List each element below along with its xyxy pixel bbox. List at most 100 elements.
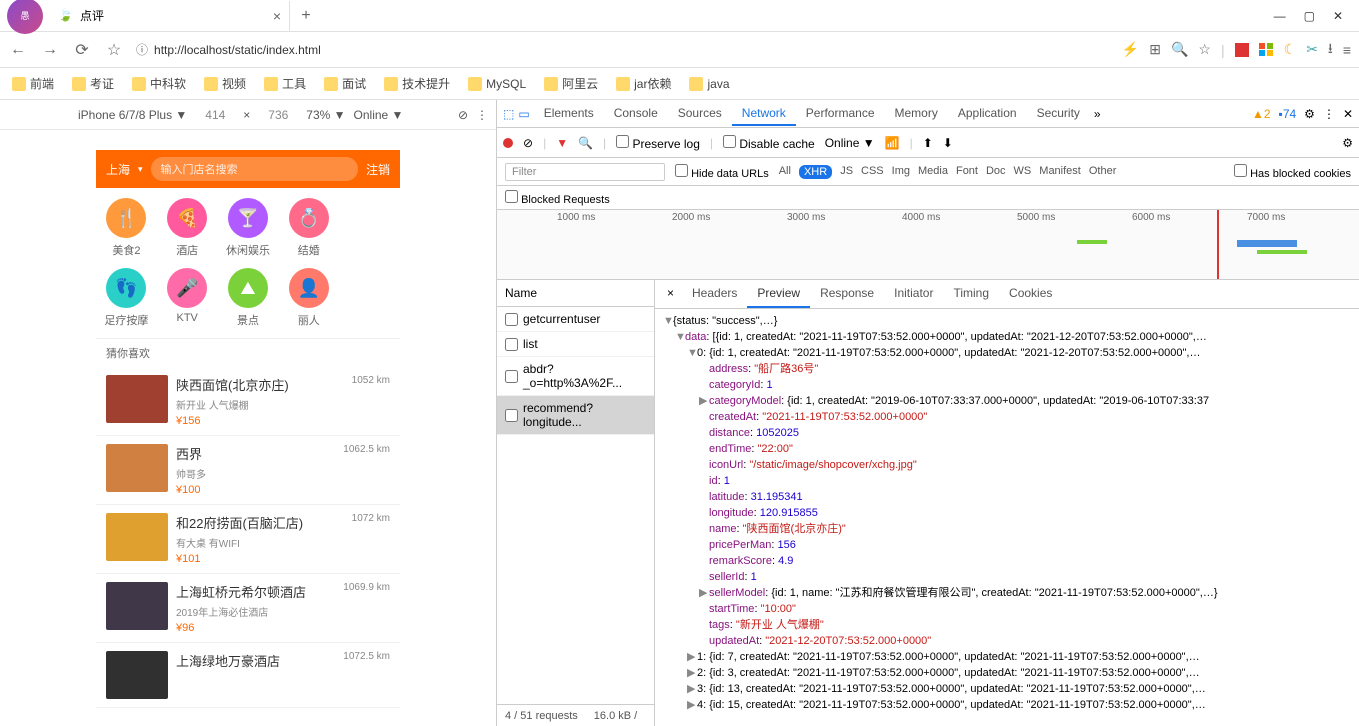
search-icon[interactable]: 🔍 — [578, 136, 593, 150]
zoom-icon[interactable]: 🔍 — [1171, 41, 1188, 58]
devtools-tab-application[interactable]: Application — [948, 102, 1027, 126]
gear-icon[interactable]: ⚙ — [1342, 136, 1353, 150]
device-select[interactable]: iPhone 6/7/8 Plus ▼ — [78, 108, 187, 122]
more-tabs-icon[interactable]: » — [1094, 107, 1101, 121]
category-item[interactable]: 🍴美食2 — [96, 198, 157, 258]
bookmark-item[interactable]: jar依赖 — [616, 75, 671, 92]
category-item[interactable]: 👣足疗按摩 — [96, 268, 157, 328]
shop-item[interactable]: 上海虹桥元希尔顿酒店1069.9 km2019年上海必住酒店¥96 — [96, 574, 400, 643]
logout-link[interactable]: 注销 — [366, 161, 390, 178]
shop-item[interactable]: 和22府捞面(百脑汇店)1072 km有大桌 有WIFI¥101 — [96, 505, 400, 574]
devtools-tab-memory[interactable]: Memory — [885, 102, 948, 126]
category-item[interactable]: 💍结婚 — [278, 198, 339, 258]
devtools-tab-network[interactable]: Network — [732, 102, 796, 126]
width-input[interactable]: 414 — [195, 108, 235, 122]
url-input[interactable]: ⓘ http://localhost/static/index.html — [136, 41, 1110, 58]
bolt-icon[interactable]: ⚡ — [1122, 41, 1139, 58]
search-input[interactable]: 输入门店名搜索 — [151, 157, 358, 181]
shop-item[interactable]: 陕西面馆(北京亦庄)1052 km新开业 人气爆棚¥156 — [96, 367, 400, 436]
json-preview[interactable]: ▼{status: "success",…}▼data: [{id: 1, cr… — [655, 309, 1359, 726]
category-item[interactable]: 🎤KTV — [157, 268, 218, 328]
devtools-tab-console[interactable]: Console — [604, 102, 668, 126]
hide-data-checkbox[interactable]: Hide data URLs — [675, 164, 769, 180]
devtools-tab-sources[interactable]: Sources — [668, 102, 732, 126]
detail-tab-headers[interactable]: Headers — [682, 280, 747, 308]
rotate-icon[interactable]: ⊘ — [458, 108, 468, 122]
grid-icon[interactable]: ⊞ — [1149, 41, 1161, 58]
ext-ms-icon[interactable] — [1259, 43, 1274, 56]
filter-type-font[interactable]: Font — [956, 165, 978, 179]
request-row[interactable]: list — [497, 332, 654, 357]
bookmark-item[interactable]: 前端 — [12, 75, 54, 92]
inspect-icon[interactable]: ⬚ — [503, 107, 514, 121]
bookmark-item[interactable]: 考证 — [72, 75, 114, 92]
detail-tab-cookies[interactable]: Cookies — [999, 280, 1062, 308]
name-column-header[interactable]: Name — [497, 280, 654, 307]
request-row[interactable]: getcurrentuser — [497, 307, 654, 332]
filter-input[interactable]: Filter — [505, 163, 665, 181]
download-icon[interactable]: ⭳ — [1328, 38, 1333, 62]
filter-type-img[interactable]: Img — [892, 165, 910, 179]
throttle-select[interactable]: Online ▼ — [354, 108, 404, 122]
category-item[interactable]: 🍸休闲娱乐 — [218, 198, 279, 258]
blocked-requests-checkbox[interactable]: Blocked Requests — [505, 190, 610, 206]
wifi-icon[interactable]: 📶 — [885, 136, 900, 150]
blocked-cookies-checkbox[interactable]: Has blocked cookies — [1234, 164, 1351, 180]
bookmark-item[interactable]: 面试 — [324, 75, 366, 92]
bookmark-item[interactable]: java — [689, 77, 729, 91]
download-icon[interactable]: ⬇ — [943, 136, 953, 150]
filter-type-media[interactable]: Media — [918, 165, 948, 179]
record-button[interactable] — [503, 138, 513, 148]
filter-type-doc[interactable]: Doc — [986, 165, 1006, 179]
disable-cache-checkbox[interactable]: Disable cache — [723, 135, 815, 151]
upload-icon[interactable]: ⬆ — [923, 136, 933, 150]
category-item[interactable]: 👤丽人 — [278, 268, 339, 328]
filter-type-css[interactable]: CSS — [861, 165, 884, 179]
star2-icon[interactable]: ☆ — [1198, 41, 1211, 58]
detail-tab-timing[interactable]: Timing — [943, 280, 999, 308]
maximize-button[interactable]: ▢ — [1304, 9, 1315, 23]
category-item[interactable]: 🍕酒店 — [157, 198, 218, 258]
detail-tab-preview[interactable]: Preview — [747, 280, 810, 308]
filter-type-all[interactable]: All — [779, 165, 791, 179]
forward-button[interactable]: → — [40, 41, 60, 59]
browser-tab[interactable]: 🍃 点评 × — [50, 1, 290, 31]
city-label[interactable]: 上海 — [106, 161, 130, 178]
shop-item[interactable]: 西界1062.5 km帅哥多¥100 — [96, 436, 400, 505]
zoom-select[interactable]: 73% ▼ — [306, 108, 345, 122]
info-badge[interactable]: ▪74 — [1279, 107, 1297, 121]
filter-type-xhr[interactable]: XHR — [799, 165, 832, 179]
preserve-log-checkbox[interactable]: Preserve log — [616, 135, 700, 151]
new-tab-button[interactable]: + — [290, 7, 322, 25]
filter-type-manifest[interactable]: Manifest — [1039, 165, 1081, 179]
star-icon[interactable]: ☆ — [104, 40, 124, 60]
close-devtools-icon[interactable]: ✕ — [1343, 107, 1353, 121]
devtools-tab-security[interactable]: Security — [1027, 102, 1090, 126]
ext-red-icon[interactable] — [1235, 43, 1249, 57]
close-icon[interactable]: × — [273, 8, 281, 24]
filter-icon[interactable]: ▼ — [556, 136, 568, 150]
reload-button[interactable]: ⟳ — [72, 40, 92, 60]
filter-type-ws[interactable]: WS — [1014, 165, 1032, 179]
bookmark-item[interactable]: 视频 — [204, 75, 246, 92]
throttle-select[interactable]: Online ▼ — [825, 136, 875, 150]
filter-type-js[interactable]: JS — [840, 165, 853, 179]
kebab-icon[interactable]: ⋮ — [1323, 107, 1335, 121]
category-item[interactable]: ⛰景点 — [218, 268, 279, 328]
close-detail-icon[interactable]: × — [659, 280, 682, 308]
menu-icon[interactable]: ≡ — [1343, 42, 1351, 58]
bookmark-item[interactable]: MySQL — [468, 77, 526, 91]
bookmark-item[interactable]: 工具 — [264, 75, 306, 92]
bookmark-item[interactable]: 阿里云 — [544, 75, 598, 92]
devtools-tab-elements[interactable]: Elements — [534, 102, 604, 126]
detail-tab-initiator[interactable]: Initiator — [884, 280, 943, 308]
devtools-tab-performance[interactable]: Performance — [796, 102, 885, 126]
back-button[interactable]: ← — [8, 41, 28, 59]
warning-badge[interactable]: ▲2 — [1252, 107, 1271, 121]
bookmark-item[interactable]: 中科软 — [132, 75, 186, 92]
detail-tab-response[interactable]: Response — [810, 280, 884, 308]
bookmark-item[interactable]: 技术提升 — [384, 75, 450, 92]
minimize-button[interactable]: — — [1274, 9, 1286, 23]
shop-item[interactable]: 上海绿地万豪酒店1072.5 km — [96, 643, 400, 708]
close-button[interactable]: ✕ — [1333, 9, 1343, 23]
